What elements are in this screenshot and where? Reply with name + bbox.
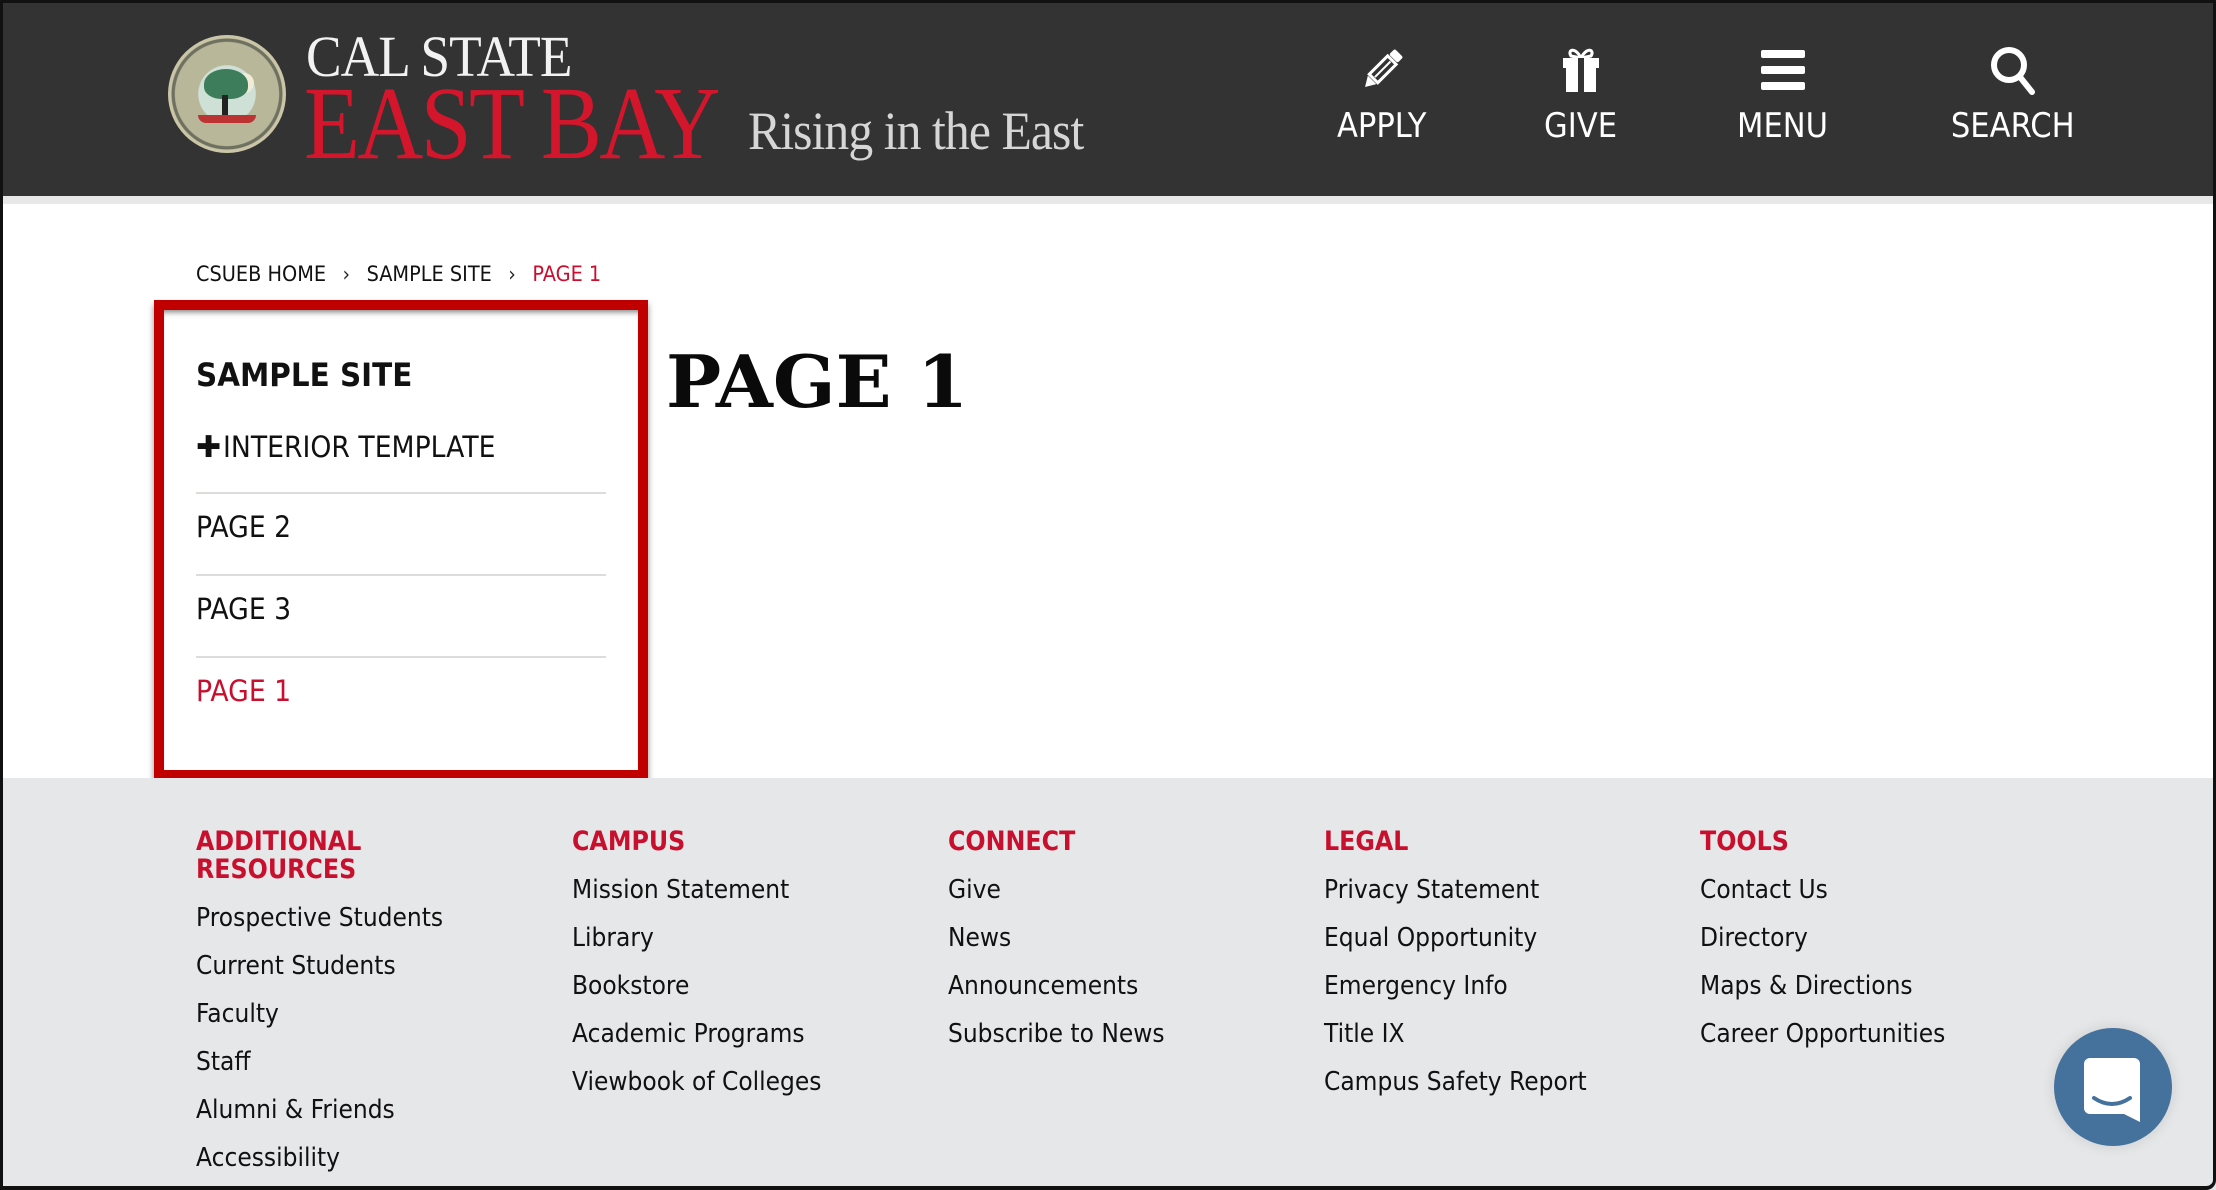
sidebar-item-label: PAGE 2 [196,510,292,544]
footer-link[interactable]: Title IX [1324,1018,1587,1066]
nav-menu-label: MENU [1737,106,1829,146]
nav-apply-label: APPLY [1336,106,1427,146]
sidebar-divider [196,656,606,658]
sidebar-item-label: INTERIOR TEMPLATE [223,430,496,464]
breadcrumb-item-home[interactable]: CSUEB HOME [196,262,326,286]
seal-trunk [222,95,228,115]
sidebar-item-page-1[interactable]: PAGE 1 [196,674,606,708]
footer-column-additional-resources: ADDITIONAL RESOURCES Prospective Student… [196,828,471,1190]
footer-link[interactable]: News [948,922,1182,970]
footer-column-tools: TOOLS Contact Us Directory Maps & Direct… [1700,828,1973,1066]
footer-link[interactable]: Maps & Directions [1700,970,1945,1018]
footer-link[interactable]: Mission Statement [572,874,821,922]
seal-banner [198,115,256,123]
footer-column-connect: CONNECT Give News Announcements Subscrib… [948,828,1208,1066]
page-title: PAGE 1 [666,339,969,424]
footer-column-legal: LEGAL Privacy Statement Equal Opportunit… [1324,828,1616,1114]
nav-give-label: GIVE [1544,106,1618,146]
nav-search-label: SEARCH [1950,106,2075,146]
footer-link[interactable]: Library [572,922,821,970]
breadcrumb: CSUEB HOME › SAMPLE SITE › PAGE 1 [196,262,601,286]
footer-heading: CONNECT [948,826,1076,857]
header-divider [0,196,2216,204]
footer-heading: LEGAL [1324,826,1409,857]
footer-heading: TOOLS [1700,826,1789,857]
footer-link[interactable]: Emergency Info [1324,970,1587,1018]
chat-bubble-icon [2084,1058,2140,1122]
footer-link[interactable]: Announcements [948,970,1182,1018]
footer-link[interactable]: Contact Us [1700,874,1945,922]
footer-link[interactable]: Prospective Students [196,902,443,950]
footer-heading: CAMPUS [572,826,686,857]
breadcrumb-chevron-icon: › [342,262,351,286]
footer-link[interactable]: Alumni & Friends [196,1094,443,1142]
footer-link[interactable]: Career Opportunities [1700,1018,1945,1066]
nav-give-button[interactable]: GIVE [1540,44,1621,146]
search-icon [1990,47,2035,95]
university-seal-icon[interactable] [168,35,286,153]
footer-link[interactable]: Privacy Statement [1324,874,1587,922]
sidebar-nav: SAMPLE SITE ✚INTERIOR TEMPLATE PAGE 2 PA… [154,300,648,780]
nav-menu-button[interactable]: MENU [1732,44,1833,146]
pencil-icon [1364,49,1403,87]
site-header: CAL STATE EAST BAY Rising in the East AP… [0,0,2216,196]
footer-link[interactable]: Give [948,874,1182,922]
sidebar-item-label: PAGE 3 [196,592,292,626]
sidebar-item-label: PAGE 1 [196,674,292,708]
sidebar-title[interactable]: SAMPLE SITE [196,356,412,394]
footer-link[interactable]: Accessibility [196,1142,443,1190]
logo-tagline: Rising in the East [748,101,1084,161]
sidebar-item-page-2[interactable]: PAGE 2 [196,510,606,544]
sidebar-divider [196,574,606,576]
footer-link[interactable]: Academic Programs [572,1018,821,1066]
logo-line-2[interactable]: EAST BAY [304,72,720,176]
footer-link[interactable]: Subscribe to News [948,1018,1182,1066]
plus-icon[interactable]: ✚ [196,430,221,465]
footer-link[interactable]: Staff [196,1046,443,1094]
footer-column-campus: CAMPUS Mission Statement Library Booksto… [572,828,849,1114]
footer-link[interactable]: Equal Opportunity [1324,922,1587,970]
breadcrumb-item-current: PAGE 1 [532,262,602,286]
footer-link[interactable]: Campus Safety Report [1324,1066,1587,1114]
sidebar-item-interior-template[interactable]: ✚INTERIOR TEMPLATE [196,430,606,465]
footer-link[interactable]: Faculty [196,998,443,1046]
chat-launcher-button[interactable] [2054,1028,2172,1146]
breadcrumb-item-sample-site[interactable]: SAMPLE SITE [367,262,492,286]
footer-link[interactable]: Current Students [196,950,443,998]
footer-link[interactable]: Viewbook of Colleges [572,1066,821,1114]
gift-icon [1562,48,1599,92]
nav-search-button[interactable]: SEARCH [1944,44,2082,146]
footer-heading: ADDITIONAL RESOURCES [196,826,362,885]
nav-apply-button[interactable]: APPLY [1332,44,1431,146]
sidebar-divider [196,492,606,494]
hamburger-menu-icon [1760,50,1805,90]
footer-link[interactable]: Bookstore [572,970,821,1018]
footer-link[interactable]: Directory [1700,922,1945,970]
breadcrumb-chevron-icon: › [508,262,516,286]
sidebar-item-page-3[interactable]: PAGE 3 [196,592,606,626]
